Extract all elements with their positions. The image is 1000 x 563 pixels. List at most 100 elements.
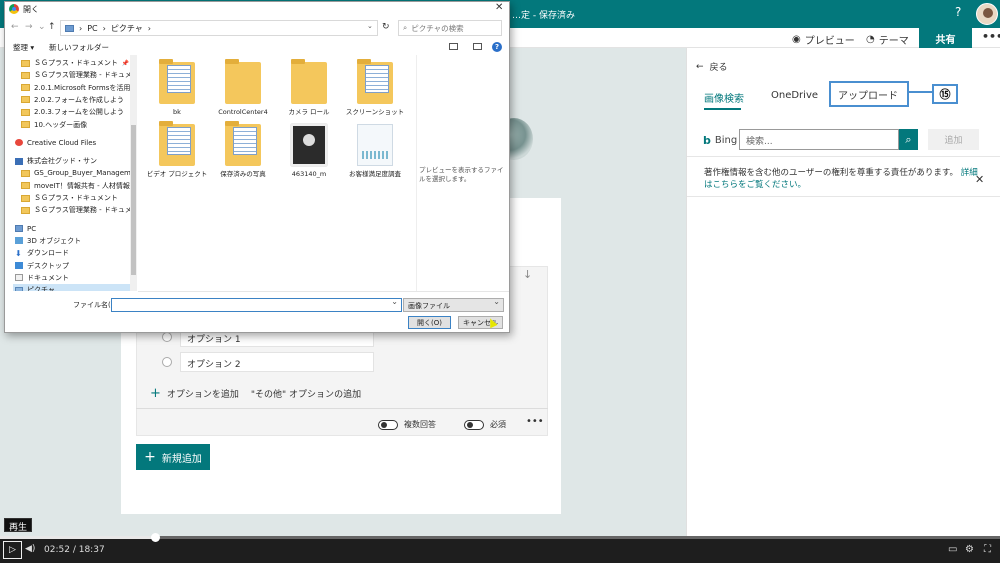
file-item[interactable]: ControlCenter4 [211, 59, 275, 116]
tree-item[interactable]: 2.0.2.フォームを作成しよう [13, 94, 131, 106]
add-other-option-button[interactable]: "その他" オプションの追加 [251, 387, 361, 400]
preview-pane-icon[interactable] [473, 43, 482, 50]
tree-item[interactable]: 3D オブジェクト [13, 235, 131, 247]
move-down-icon[interactable]: ↓ [523, 268, 532, 281]
share-button[interactable]: 共有 [919, 28, 972, 48]
more-options-icon[interactable]: ••• [982, 30, 1000, 43]
captions-icon[interactable]: ▭ [948, 544, 957, 555]
tree-item-label: ＳＧプラス・ドキュメント [34, 59, 118, 67]
file-item[interactable]: ビデオ プロジェクト [145, 121, 209, 178]
folder-icon [21, 59, 30, 67]
tree-item[interactable]: ⬇ ダウンロード [13, 247, 131, 259]
filetype-select[interactable]: 画像ファイル [403, 297, 504, 312]
folder-icon [21, 206, 30, 214]
folder-search-input[interactable]: ⌕ ピクチャの検索 [398, 20, 502, 36]
scrollbar-thumb[interactable] [131, 125, 136, 275]
filename-input[interactable] [111, 297, 402, 312]
file-item[interactable]: 463140_m [277, 124, 341, 178]
tree-item[interactable]: ＳＧプラス管理業務 - ドキュメント📌 [13, 69, 131, 81]
tree-item-label: 10.ヘッダー画像 [34, 120, 88, 129]
tab-image-search[interactable]: 画像検索 [704, 90, 744, 105]
toggle-switch[interactable] [464, 419, 484, 430]
tree-item[interactable]: ピクチャ [13, 284, 131, 291]
folder-icon [357, 59, 393, 104]
tree-item[interactable]: ドキュメント [13, 272, 131, 284]
refresh-icon[interactable]: ↻ [382, 22, 390, 32]
view-options-icon[interactable] [449, 43, 458, 50]
eye-icon: ◉ [792, 34, 801, 45]
tree-item[interactable]: 2.0.1.Microsoft Formsを活用しよう [13, 82, 131, 94]
tree-item[interactable]: GS_Group_Buyer_Management - 96 [13, 167, 131, 179]
multiple-answers-toggle[interactable]: 複数回答 [378, 419, 436, 430]
preview-message: プレビューを表示するファイルを選択します。 [419, 166, 504, 183]
add-option-button[interactable]: + オプションを追加 [150, 386, 239, 401]
dialog-toolbar: 整理 ▾ 新しいフォルダー ? [5, 39, 509, 55]
tree-item-label: 2.0.1.Microsoft Formsを活用しよう [34, 83, 131, 92]
add-image-button[interactable]: 追加 [928, 129, 979, 150]
play-button[interactable]: ▷ [3, 541, 22, 559]
volume-icon[interactable]: ◀) [25, 544, 35, 554]
fullscreen-icon[interactable]: ⛶ [984, 544, 991, 555]
help-icon[interactable]: ? [955, 5, 961, 19]
tree-item-label: 2.0.2.フォームを作成しよう [34, 95, 124, 104]
tree-item[interactable]: デスクトップ [13, 260, 131, 272]
bing-logo-icon: b [703, 134, 711, 147]
chevron-down-icon[interactable]: ⌄ [367, 22, 373, 30]
tree-item[interactable]: Creative Cloud Files [13, 137, 131, 149]
breadcrumb-pc[interactable]: PC [87, 24, 97, 33]
tree-item[interactable]: 株式会社グッド・サン [13, 155, 131, 167]
building-icon [15, 157, 23, 165]
organize-button[interactable]: 整理 ▾ [13, 42, 34, 53]
navigation-tree: ＳＧプラス・ドキュメント📌ＳＧプラス管理業務 - ドキュメント📌 2.0.1.Mi… [13, 55, 138, 291]
back-arrow-icon[interactable]: ← [11, 22, 19, 32]
theme-button[interactable]: ◔ テーマ [866, 32, 909, 47]
help-icon[interactable]: ? [492, 42, 502, 52]
close-icon[interactable]: ✕ [975, 173, 984, 186]
breadcrumb-pictures[interactable]: ピクチャ [111, 23, 143, 34]
option-input-2[interactable]: オプション 2 [180, 352, 374, 372]
folder-icon [291, 59, 327, 104]
tree-item[interactable]: ＳＧプラス・ドキュメント [13, 192, 131, 204]
required-toggle[interactable]: 必須 [464, 419, 506, 430]
tree-item[interactable]: moveIT！情報共有 - 人材情報 [13, 180, 131, 192]
folder-icon [159, 121, 195, 166]
toggle-switch[interactable] [378, 419, 398, 430]
video-progress-handle[interactable] [151, 533, 160, 542]
file-item[interactable]: お客様満足度調査 [343, 124, 407, 178]
new-folder-button[interactable]: 新しいフォルダー [49, 42, 109, 53]
tree-item-label: moveIT！情報共有 - 人材情報 [34, 181, 130, 190]
image-thumbnail-icon [291, 124, 327, 166]
file-open-dialog: 開く ✕ ← → ⌄ ↑ › PC › ピクチャ › ⌄ ↻ ⌕ ピクチャの検索… [4, 1, 510, 333]
folder-icon [225, 59, 261, 104]
question-more-icon[interactable]: ••• [526, 416, 544, 427]
dialog-title-bar: 開く ✕ [5, 2, 509, 17]
add-new-button[interactable]: + 新規追加 [136, 444, 210, 470]
back-button[interactable]: ← 戻る [696, 60, 728, 74]
tab-upload[interactable]: アップロード [829, 81, 909, 107]
play-tooltip: 再生 [4, 518, 33, 533]
forward-arrow-icon[interactable]: → [25, 22, 33, 32]
search-icon[interactable]: ⌕ [899, 129, 918, 150]
tree-scrollbar[interactable] [130, 55, 137, 291]
tree-item[interactable]: ＳＧプラス管理業務 - ドキュメント [13, 204, 131, 216]
file-item[interactable]: 保存済みの写真 [211, 121, 275, 178]
folder-icon [21, 71, 30, 79]
preview-button[interactable]: ◉ プレビュー [792, 32, 855, 47]
open-button[interactable]: 開く(O) [408, 316, 451, 329]
tab-onedrive[interactable]: OneDrive [771, 90, 818, 101]
folder-icon [21, 169, 30, 177]
file-item[interactable]: スクリーンショット [343, 59, 407, 116]
settings-icon[interactable]: ⚙ [965, 544, 974, 555]
up-arrow-icon[interactable]: ↑ [48, 22, 56, 32]
chevron-down-icon[interactable]: ⌄ [38, 22, 46, 32]
file-item[interactable]: bk [145, 59, 209, 116]
close-icon[interactable]: ✕ [495, 2, 503, 13]
tree-item[interactable]: 2.0.3.フォームを公開しよう [13, 106, 131, 118]
avatar[interactable] [976, 3, 998, 25]
file-item[interactable]: カメラ ロール [277, 59, 341, 116]
tree-item[interactable]: PC [13, 223, 131, 235]
tree-item[interactable]: ＳＧプラス・ドキュメント 📌 [13, 57, 131, 69]
image-search-input[interactable]: 検索... [739, 129, 899, 150]
tree-item[interactable]: 10.ヘッダー画像 [13, 119, 131, 131]
address-bar[interactable]: › PC › ピクチャ › [60, 20, 378, 36]
